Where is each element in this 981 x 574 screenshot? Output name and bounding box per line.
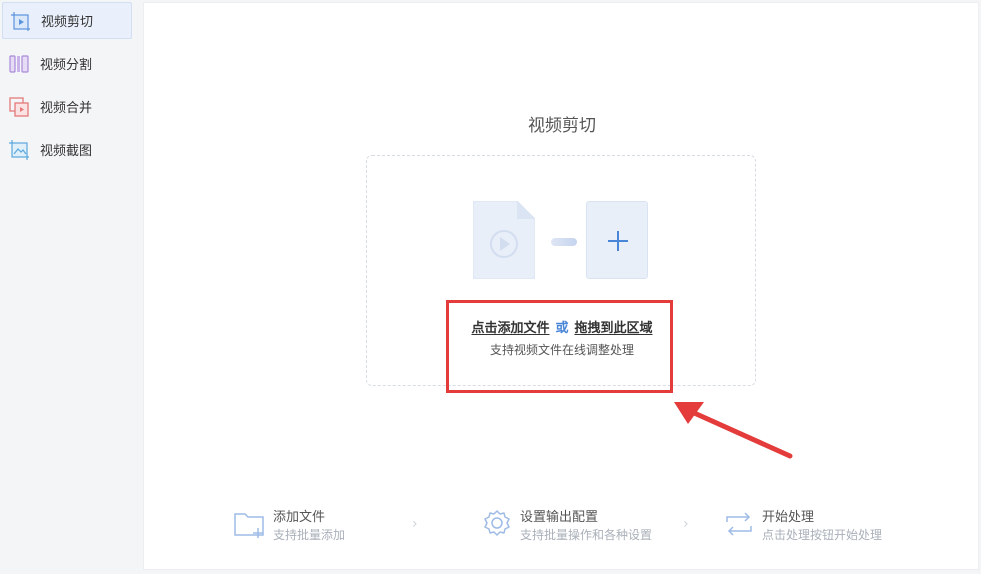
connector-dash-icon (551, 238, 577, 246)
sidebar-item-video-cut[interactable]: 视频剪切 (2, 2, 132, 39)
step-desc: 支持批量添加 (273, 528, 346, 542)
annotation-highlight-box (446, 300, 673, 393)
step-title: 添加文件 (273, 510, 326, 525)
video-cut-icon (11, 11, 30, 31)
sidebar-item-video-split[interactable]: 视频分割 (2, 45, 132, 82)
step-title: 开始处理 (762, 510, 815, 525)
sidebar: 视频剪切 视频分割 视频合并 视频截图 (0, 0, 138, 574)
sidebar-item-label: 视频截图 (40, 144, 93, 159)
step-desc: 支持批量操作和各种设置 (520, 528, 653, 542)
add-file-button[interactable] (586, 201, 648, 279)
video-screenshot-icon (9, 139, 29, 160)
add-folder-icon (234, 513, 264, 538)
video-merge-icon (9, 96, 29, 117)
sidebar-item-label: 视频剪切 (41, 15, 94, 30)
step-title: 设置输出配置 (520, 510, 599, 525)
main-panel: 视频剪切 点击添加文件或拖拽到此区域 支持视频文件在线调整处理 添加文件 支持批… (143, 2, 979, 570)
sidebar-item-video-screenshot[interactable]: 视频截图 (2, 131, 132, 168)
sidebar-item-label: 视频分割 (40, 58, 93, 73)
chevron-right-icon: › (412, 516, 418, 532)
plus-icon (608, 231, 628, 251)
sidebar-item-label: 视频合并 (40, 101, 93, 116)
annotation-arrow-icon (674, 402, 793, 459)
chevron-right-icon: › (683, 516, 689, 532)
gear-icon (484, 510, 510, 536)
video-file-icon (473, 201, 535, 279)
sidebar-item-video-merge[interactable]: 视频合并 (2, 88, 132, 125)
video-split-icon (9, 54, 29, 73)
process-cycle-icon (726, 512, 752, 536)
page-title: 视频剪切 (528, 116, 596, 136)
step-desc: 点击处理按钮开始处理 (762, 528, 883, 542)
